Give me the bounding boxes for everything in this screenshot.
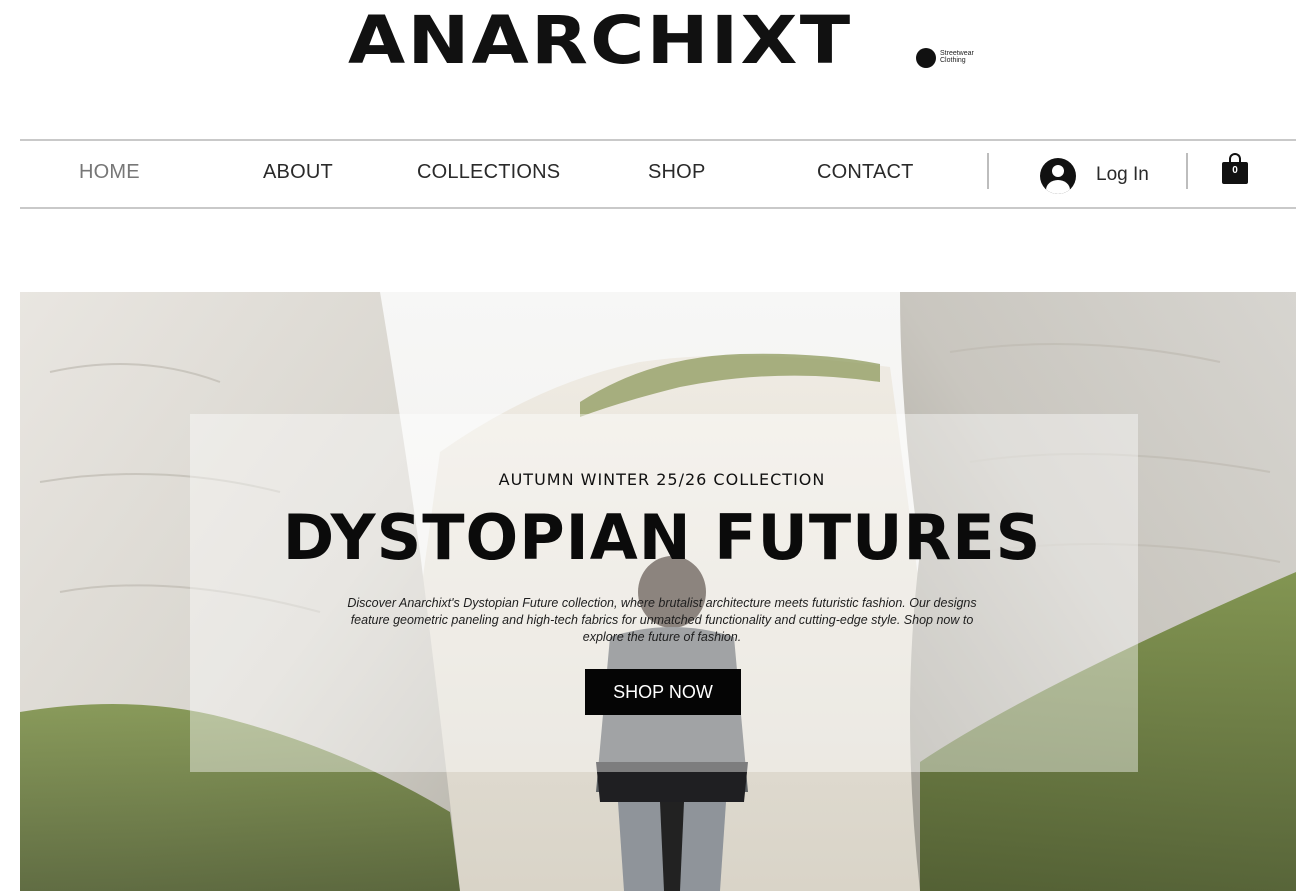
brand-logo[interactable]: ANARCHIXT Streetwear Clothing (348, 6, 974, 76)
nav-item-shop[interactable]: SHOP (648, 161, 705, 184)
login-link[interactable]: Log In (1096, 164, 1149, 186)
hero-banner: AUTUMN WINTER 25/26 COLLECTION DYSTOPIAN… (20, 292, 1296, 891)
user-avatar-icon[interactable] (1040, 158, 1076, 194)
hero-title: DYSTOPIAN FUTURES (282, 501, 1042, 574)
cart-button[interactable]: 0 (1222, 153, 1248, 185)
nav-item-about[interactable]: ABOUT (263, 161, 333, 184)
brand-wordmark: ANARCHIXT (348, 2, 853, 79)
hero-description: Discover Anarchixt's Dystopian Future co… (347, 596, 977, 644)
nav-item-home[interactable]: HOME (79, 161, 140, 184)
main-nav: HOME ABOUT COLLECTIONS SHOP CONTACT Log … (20, 139, 1296, 209)
nav-item-contact[interactable]: CONTACT (817, 161, 914, 184)
cart-count-badge: 0 (1232, 165, 1238, 176)
collection-eyebrow: AUTUMN WINTER 25/26 COLLECTION (498, 470, 826, 489)
nav-divider (1186, 153, 1188, 189)
nav-divider (987, 153, 989, 189)
brand-tagline: Streetwear Clothing (940, 50, 974, 64)
shop-now-button[interactable]: SHOP NOW (585, 669, 741, 715)
logo-dot (916, 48, 936, 68)
site-header: ANARCHIXT Streetwear Clothing (0, 0, 1296, 110)
nav-item-collections[interactable]: COLLECTIONS (417, 161, 560, 184)
hero-text-overlay (190, 414, 1138, 772)
